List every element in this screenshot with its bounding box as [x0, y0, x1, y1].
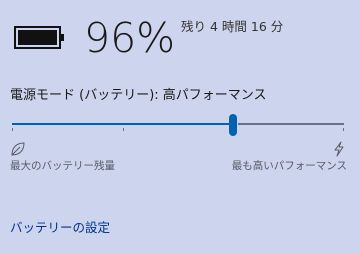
slider-track-filled[interactable] — [12, 123, 234, 125]
best-performance-caption: 最も高いパフォーマンス — [231, 160, 347, 172]
battery-icon — [14, 26, 64, 49]
power-mode-label: 電源モード (バッテリー): 高パフォーマンス — [10, 88, 267, 103]
power-mode-slider[interactable] — [10, 114, 346, 136]
battery-flyout: 96% 残り 4 時間 16 分 電源モード (バッテリー): 高パフォーマンス… — [0, 0, 359, 254]
slider-tick — [343, 128, 344, 131]
battery-settings-link[interactable]: バッテリーの設定 — [10, 220, 110, 236]
battery-percentage: 96% — [84, 14, 176, 62]
best-battery-caption: 最大のバッテリー残量 — [10, 160, 115, 172]
slider-tick — [123, 128, 124, 131]
slider-tick — [12, 128, 13, 131]
time-remaining: 残り 4 時間 16 分 — [181, 19, 284, 34]
slider-track-remaining[interactable] — [238, 123, 344, 125]
lightning-bolt-icon — [334, 141, 344, 157]
slider-thumb[interactable] — [229, 114, 237, 136]
leaf-icon — [11, 142, 25, 156]
